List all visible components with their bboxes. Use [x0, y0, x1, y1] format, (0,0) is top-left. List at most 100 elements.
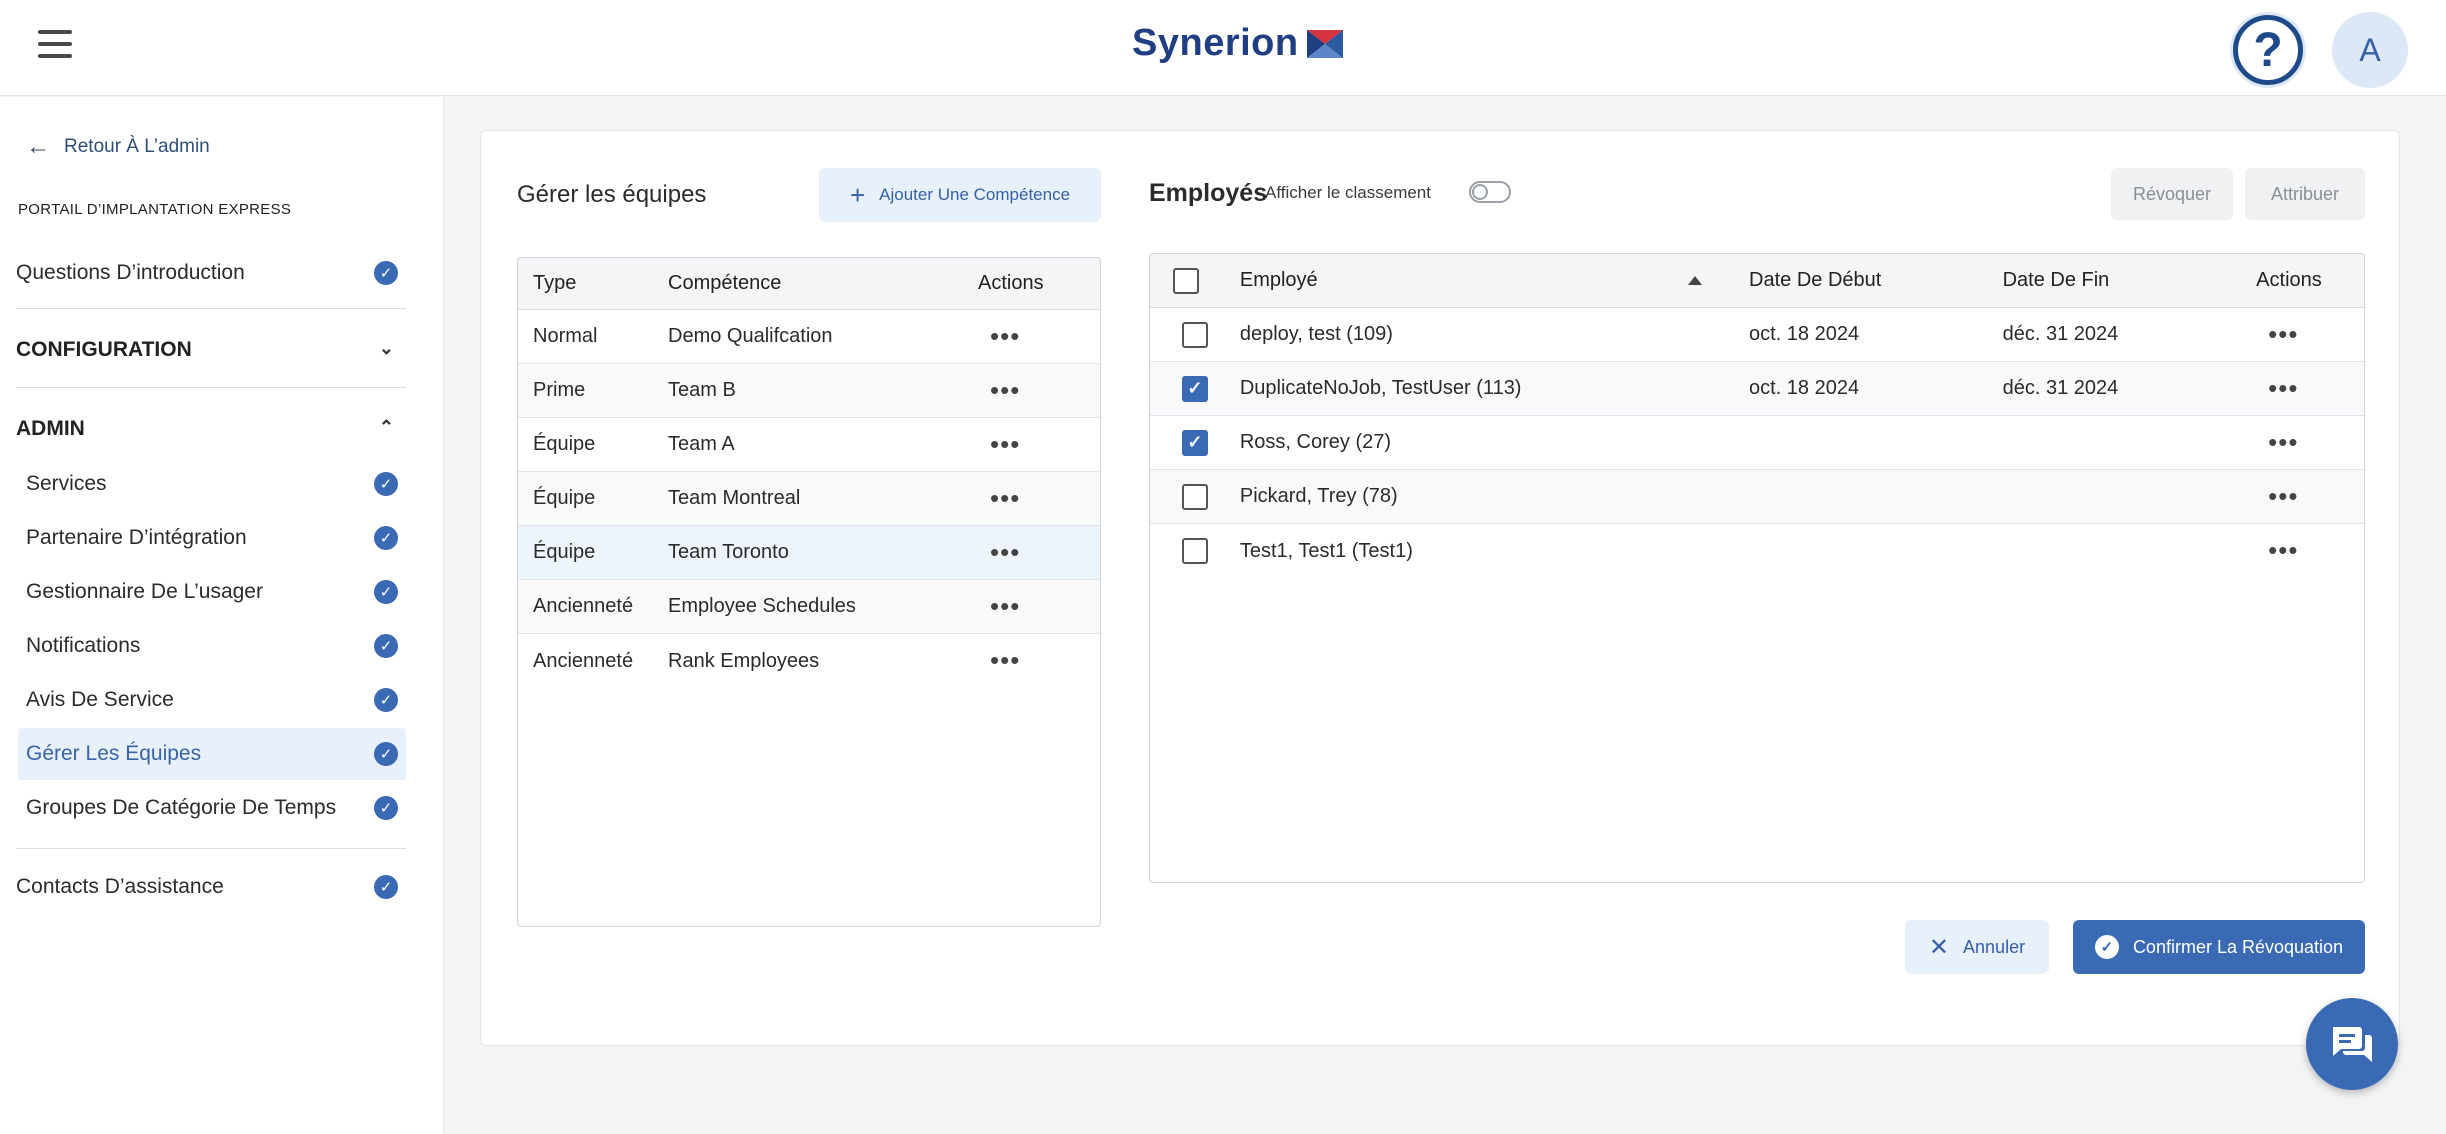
cell-employee: DuplicateNoJob, TestUser (113) [1239, 377, 1522, 399]
sidebar-item-time-category-groups[interactable]: Groupes De Catégorie De Temps ✓ [26, 782, 406, 834]
sidebar-item-services[interactable]: Services ✓ [26, 458, 406, 510]
sidebar-item-label: Contacts D’assistance [16, 875, 224, 898]
check-circle-icon: ✓ [374, 472, 398, 496]
table-header: Employé Date De Début Date De Fin Action… [1150, 254, 2364, 308]
logo-text: Synerion [1132, 22, 1299, 64]
add-skill-label: Ajouter Une Compétence [879, 185, 1071, 204]
table-row[interactable]: Pickard, Trey (78) ••• [1150, 470, 2364, 524]
more-actions-icon[interactable]: ••• [978, 593, 1020, 619]
check-circle-icon: ✓ [2094, 935, 2119, 959]
sidebar-section-configuration[interactable]: CONFIGURATION ⌄ [16, 324, 406, 376]
more-actions-icon[interactable]: ••• [978, 647, 1020, 673]
help-button[interactable]: ? [2230, 12, 2306, 88]
table-row[interactable]: Test1, Test1 (Test1) ••• [1150, 524, 2364, 578]
row-checkbox[interactable] [1181, 483, 1208, 510]
column-header-type[interactable]: Type [518, 272, 668, 295]
close-icon: ✕ [1928, 933, 1950, 961]
cancel-button[interactable]: ✕ Annuler [1905, 920, 2049, 974]
cell-end-date: déc. 31 2024 [2002, 323, 2119, 345]
sidebar-item-service-notice[interactable]: Avis De Service ✓ [26, 674, 406, 726]
table-row[interactable]: ✓ Ross, Corey (27) ••• [1150, 416, 2364, 470]
more-actions-icon[interactable]: ••• [2256, 483, 2298, 509]
check-circle-icon: ✓ [374, 875, 398, 899]
sort-ascending-icon[interactable] [1688, 276, 1702, 285]
sidebar-section-admin[interactable]: ADMIN ⌃ [16, 403, 406, 455]
row-checkbox-checked[interactable]: ✓ [1181, 429, 1208, 456]
column-header-end-date[interactable]: Date De Fin [2003, 269, 2257, 292]
top-header: Synerion ? A [0, 0, 2446, 96]
back-link-label: Retour À L’admin [64, 136, 210, 157]
row-checkbox[interactable] [1181, 321, 1208, 348]
more-actions-icon[interactable]: ••• [978, 431, 1020, 457]
divider [16, 848, 406, 849]
sidebar-item-user-manager[interactable]: Gestionnaire De L’usager ✓ [26, 566, 406, 618]
table-row[interactable]: Équipe Team Montreal ••• [518, 472, 1100, 526]
table-row[interactable]: Normal Demo Qualifcation ••• [518, 310, 1100, 364]
assign-button[interactable]: Attribuer [2245, 168, 2365, 220]
check-circle-icon: ✓ [374, 688, 398, 712]
revoke-button[interactable]: Révoquer [2111, 168, 2233, 220]
check-circle-icon: ✓ [374, 742, 398, 766]
table-row[interactable]: deploy, test (109) oct. 18 2024 déc. 31 … [1150, 308, 2364, 362]
cell-end-date: déc. 31 2024 [2002, 377, 2119, 399]
avatar[interactable]: A [2332, 12, 2408, 88]
sidebar-item-label: Notifications [26, 634, 141, 657]
cell-start-date: oct. 18 2024 [1749, 377, 1860, 399]
table-row-selected[interactable]: Équipe Team Toronto ••• [518, 526, 1100, 580]
chat-icon [2333, 1027, 2372, 1062]
cell-skill: Team Toronto [668, 541, 789, 563]
table-row[interactable]: Ancienneté Employee Schedules ••• [518, 580, 1100, 634]
section-label: ADMIN [16, 417, 85, 440]
cell-type: Normal [533, 325, 598, 347]
more-actions-icon[interactable]: ••• [978, 377, 1020, 403]
sidebar-item-intro[interactable]: Questions D’introduction ✓ [16, 247, 406, 299]
portal-label: PORTAIL D’IMPLANTATION EXPRESS [18, 201, 292, 218]
more-actions-icon[interactable]: ••• [978, 539, 1020, 565]
cell-skill: Team Montreal [668, 487, 801, 509]
sidebar-item-manage-teams[interactable]: Gérer Les Équipes ✓ [18, 728, 406, 780]
table-row[interactable]: Ancienneté Rank Employees ••• [518, 634, 1100, 688]
more-actions-icon[interactable]: ••• [2256, 429, 2298, 455]
row-checkbox[interactable] [1181, 538, 1208, 564]
divider [16, 387, 406, 388]
chat-button[interactable] [2306, 998, 2398, 1090]
cell-type: Prime [533, 379, 586, 401]
more-actions-icon[interactable]: ••• [978, 323, 1020, 349]
sidebar-item-integration-partner[interactable]: Partenaire D’intégration ✓ [26, 512, 406, 564]
table-row[interactable]: ✓ DuplicateNoJob, TestUser (113) oct. 18… [1150, 362, 2364, 416]
row-checkbox-checked[interactable]: ✓ [1181, 375, 1208, 402]
help-icon: ? [2233, 15, 2303, 85]
more-actions-icon[interactable]: ••• [978, 485, 1020, 511]
confirm-revocation-button[interactable]: ✓ Confirmer La Révoquation [2073, 920, 2365, 974]
cell-employee: Pickard, Trey (78) [1239, 485, 1398, 507]
teams-title: Gérer les équipes [517, 181, 707, 208]
show-ranking-toggle[interactable] [1469, 181, 1511, 203]
add-skill-button[interactable]: + Ajouter Une Compétence [819, 168, 1101, 222]
toggle-knob [1472, 184, 1488, 200]
main-card: Gérer les équipes + Ajouter Une Compéten… [480, 130, 2400, 1046]
sidebar-item-label: Gérer Les Équipes [26, 742, 202, 765]
select-all-checkbox[interactable] [1172, 267, 1199, 294]
cell-type: Ancienneté [533, 595, 634, 617]
more-actions-icon[interactable]: ••• [2256, 321, 2298, 347]
chevron-down-icon: ⌄ [378, 338, 394, 358]
cell-employee: Test1, Test1 (Test1) [1239, 539, 1413, 562]
section-label: CONFIGURATION [16, 338, 192, 361]
table-row[interactable]: Prime Team B ••• [518, 364, 1100, 418]
column-header-start-date[interactable]: Date De Début [1749, 269, 2003, 292]
table-row[interactable]: Équipe Team A ••• [518, 418, 1100, 472]
back-to-admin-link[interactable]: ← Retour À L’admin [26, 133, 210, 161]
column-header-skill[interactable]: Compétence [668, 272, 978, 295]
cell-skill: Demo Qualifcation [668, 325, 833, 347]
more-actions-icon[interactable]: ••• [2256, 375, 2298, 401]
menu-icon[interactable] [34, 30, 78, 66]
show-ranking-label: Afficher le classement [1265, 183, 1431, 202]
cell-skill: Employee Schedules [668, 595, 856, 617]
sidebar-item-support-contacts[interactable]: Contacts D’assistance ✓ [16, 861, 406, 913]
cell-employee: deploy, test (109) [1239, 323, 1393, 345]
sidebar-item-notifications[interactable]: Notifications ✓ [26, 620, 406, 672]
check-circle-icon: ✓ [374, 634, 398, 658]
column-header-employee[interactable]: Employé [1240, 269, 1749, 292]
more-actions-icon[interactable]: ••• [2256, 537, 2298, 563]
skills-table: Type Compétence Actions Normal Demo Qual… [517, 257, 1101, 927]
